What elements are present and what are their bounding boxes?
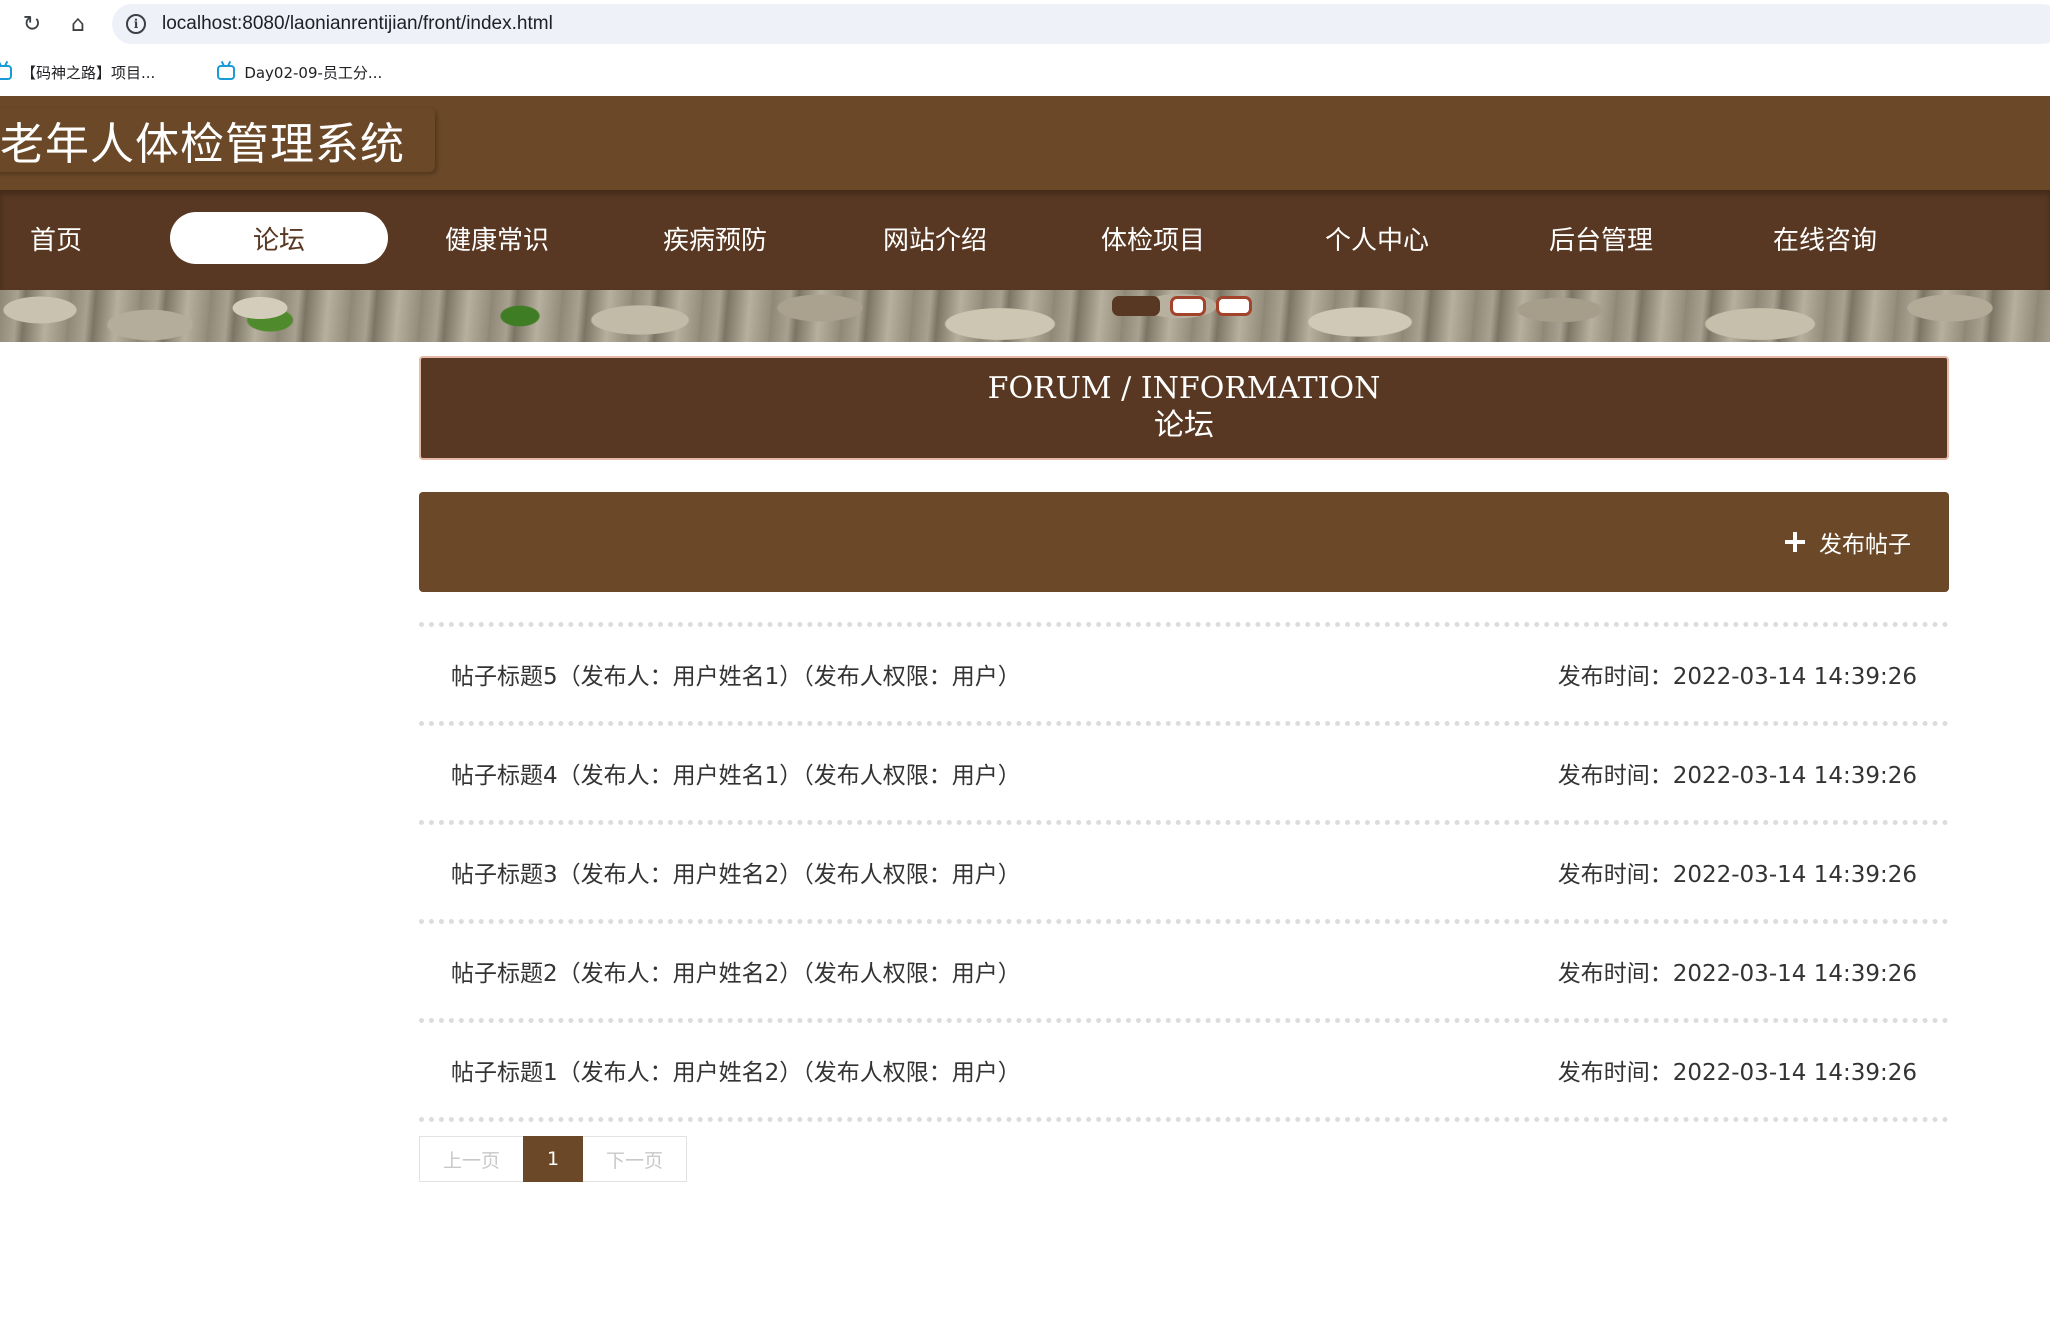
post-time: 发布时间：2022-03-14 14:39:26 xyxy=(1557,1060,1917,1086)
post-title[interactable]: 帖子标题4（发布人：用户姓名1）（发布人权限：用户） xyxy=(451,756,1021,790)
carousel-dot[interactable] xyxy=(1112,296,1160,316)
reload-icon[interactable]: ↻ xyxy=(16,8,48,40)
url-text[interactable]: localhost:8080/laonianrentijian/front/in… xyxy=(162,13,553,35)
bookmark-item[interactable]: Day02-09-员工分... xyxy=(217,62,382,83)
nav-item-health-knowledge[interactable]: 健康常识 xyxy=(388,212,606,264)
action-bar: 发布帖子 xyxy=(419,492,1949,592)
post-row[interactable]: 帖子标题3（发布人：用户姓名2）（发布人权限：用户） 发布时间：2022-03-… xyxy=(419,820,1949,919)
nav-item-online-consult[interactable]: 在线咨询 xyxy=(1716,212,1934,264)
nav-item-site-intro[interactable]: 网站介绍 xyxy=(826,212,1044,264)
section-title-cn: 论坛 xyxy=(1154,408,1214,443)
section-header: FORUM / INFORMATION 论坛 xyxy=(419,356,1949,460)
next-page-button[interactable]: 下一页 xyxy=(583,1136,687,1182)
site-header: 老年人体检管理系统 xyxy=(0,96,2050,190)
home-icon[interactable]: ⌂ xyxy=(62,8,94,40)
site-title: 老年人体检管理系统 xyxy=(0,108,435,172)
plus-icon xyxy=(1785,532,1805,552)
site-info-icon[interactable]: i xyxy=(126,14,146,34)
nav-item-home[interactable]: 首页 xyxy=(0,212,112,264)
nav-item-checkup-items[interactable]: 体检项目 xyxy=(1044,212,1262,264)
banner-carousel xyxy=(0,290,2050,342)
post-time: 发布时间：2022-03-14 14:39:26 xyxy=(1557,763,1917,789)
post-row[interactable]: 帖子标题1（发布人：用户姓名2）（发布人权限：用户） 发布时间：2022-03-… xyxy=(419,1018,1949,1122)
section-title-en: FORUM / INFORMATION xyxy=(987,371,1381,406)
nav-item-forum[interactable]: 论坛 xyxy=(170,212,388,264)
publish-post-label: 发布帖子 xyxy=(1819,532,1911,558)
post-title[interactable]: 帖子标题1（发布人：用户姓名2）（发布人权限：用户） xyxy=(451,1053,1021,1087)
post-title[interactable]: 帖子标题2（发布人：用户姓名2）（发布人权限：用户） xyxy=(451,954,1021,988)
carousel-dot[interactable] xyxy=(1170,296,1206,316)
post-time: 发布时间：2022-03-14 14:39:26 xyxy=(1557,664,1917,690)
bilibili-icon xyxy=(217,64,236,80)
bookmark-label: Day02-09-员工分... xyxy=(244,63,383,82)
carousel-indicators xyxy=(1112,296,1262,316)
bilibili-icon xyxy=(0,64,12,80)
post-time: 发布时间：2022-03-14 14:39:26 xyxy=(1557,961,1917,987)
nav-item-personal-center[interactable]: 个人中心 xyxy=(1268,212,1486,264)
post-time: 发布时间：2022-03-14 14:39:26 xyxy=(1557,862,1917,888)
pagination: 上一页 1 下一页 xyxy=(419,1136,687,1182)
prev-page-button[interactable]: 上一页 xyxy=(419,1136,523,1182)
carousel-dot[interactable] xyxy=(1216,296,1252,316)
nav-item-disease-prevention[interactable]: 疾病预防 xyxy=(606,212,824,264)
browser-toolbar: ↻ ⌂ i localhost:8080/laonianrentijian/fr… xyxy=(0,0,2050,48)
page-number-current[interactable]: 1 xyxy=(523,1136,583,1182)
post-row[interactable]: 帖子标题5（发布人：用户姓名1）（发布人权限：用户） 发布时间：2022-03-… xyxy=(419,622,1949,721)
post-title[interactable]: 帖子标题3（发布人：用户姓名2）（发布人权限：用户） xyxy=(451,855,1021,889)
post-list: 帖子标题5（发布人：用户姓名1）（发布人权限：用户） 发布时间：2022-03-… xyxy=(419,622,1949,1122)
bookmark-item[interactable]: 【码神之路】项目... xyxy=(0,62,155,83)
post-row[interactable]: 帖子标题2（发布人：用户姓名2）（发布人权限：用户） 发布时间：2022-03-… xyxy=(419,919,1949,1018)
nav-item-admin[interactable]: 后台管理 xyxy=(1492,212,1710,264)
address-bar[interactable]: i localhost:8080/laonianrentijian/front/… xyxy=(112,4,2050,44)
bookmark-label: 【码神之路】项目... xyxy=(21,63,156,82)
publish-post-button[interactable]: 发布帖子 xyxy=(1785,522,1911,562)
bookmarks-bar: 【码神之路】项目... Day02-09-员工分... xyxy=(0,48,2050,96)
post-title[interactable]: 帖子标题5（发布人：用户姓名1）（发布人权限：用户） xyxy=(451,657,1021,691)
main-nav: 首页 论坛 健康常识 疾病预防 网站介绍 体检项目 个人中心 后台管理 在线咨询 xyxy=(0,190,2050,290)
post-row[interactable]: 帖子标题4（发布人：用户姓名1）（发布人权限：用户） 发布时间：2022-03-… xyxy=(419,721,1949,820)
